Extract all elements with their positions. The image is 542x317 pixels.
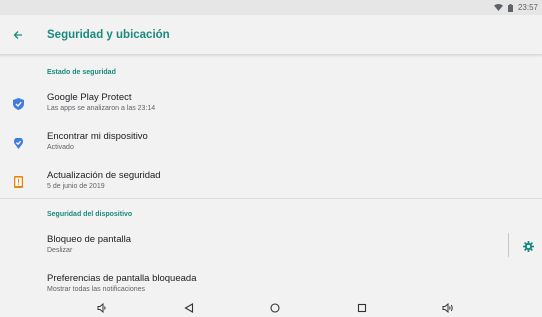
setting-title: Google Play Protect bbox=[47, 92, 132, 103]
setting-summary: Mostrar todas las notificaciones bbox=[47, 286, 146, 293]
volume-up-icon bbox=[442, 303, 453, 313]
setting-title: Encontrar mi dispositivo bbox=[47, 131, 148, 142]
app-bar: Seguridad y ubicación bbox=[0, 15, 542, 55]
setting-find-my-device[interactable]: Encontrar mi dispositivo Activado bbox=[0, 125, 542, 163]
phone-update-icon bbox=[11, 175, 25, 189]
setting-title: Bloqueo de pantalla bbox=[47, 234, 131, 245]
vertical-divider bbox=[508, 233, 509, 257]
battery-icon bbox=[507, 3, 513, 12]
setting-screen-lock[interactable]: Bloqueo de pantalla Deslizar bbox=[0, 228, 542, 266]
setting-summary: 5 de junio de 2019 bbox=[47, 183, 105, 190]
volume-up-button[interactable] bbox=[440, 301, 456, 315]
setting-title: Actualización de seguridad bbox=[47, 170, 161, 181]
setting-summary: Las apps se analizaron a las 23:14 bbox=[47, 105, 156, 112]
volume-down-button[interactable] bbox=[94, 301, 110, 315]
setting-security-update[interactable]: Actualización de seguridad 5 de junio de… bbox=[0, 164, 542, 202]
section-divider bbox=[0, 198, 542, 199]
settings-list: Estado de seguridad Google Play Protect … bbox=[0, 56, 542, 299]
screen-lock-settings-button[interactable] bbox=[520, 238, 536, 254]
recents-square-icon bbox=[357, 303, 367, 313]
wifi-icon bbox=[493, 4, 503, 11]
section-header-security-status: Estado de seguridad bbox=[47, 69, 116, 76]
home-circle-icon bbox=[270, 303, 280, 313]
section-header-device-security: Seguridad del dispositivo bbox=[47, 211, 133, 218]
status-bar: 23:57 bbox=[0, 0, 542, 15]
gear-icon bbox=[522, 240, 534, 252]
page-title: Seguridad y ubicación bbox=[47, 28, 170, 41]
nav-home-button[interactable] bbox=[267, 301, 283, 315]
setting-title: Preferencias de pantalla bloqueada bbox=[47, 273, 197, 284]
back-triangle-icon bbox=[184, 303, 194, 313]
back-button[interactable] bbox=[0, 15, 36, 55]
setting-google-play-protect[interactable]: Google Play Protect Las apps se analizar… bbox=[0, 86, 542, 124]
nav-recents-button[interactable] bbox=[354, 301, 370, 315]
nav-back-button[interactable] bbox=[181, 301, 197, 315]
navigation-bar bbox=[0, 299, 542, 317]
location-check-icon bbox=[11, 136, 25, 150]
setting-summary: Activado bbox=[47, 144, 74, 151]
volume-down-icon bbox=[97, 303, 106, 313]
shield-check-icon bbox=[11, 97, 25, 111]
arrow-back-icon bbox=[13, 30, 22, 39]
status-time: 23:57 bbox=[517, 3, 538, 12]
setting-summary: Deslizar bbox=[47, 247, 73, 254]
